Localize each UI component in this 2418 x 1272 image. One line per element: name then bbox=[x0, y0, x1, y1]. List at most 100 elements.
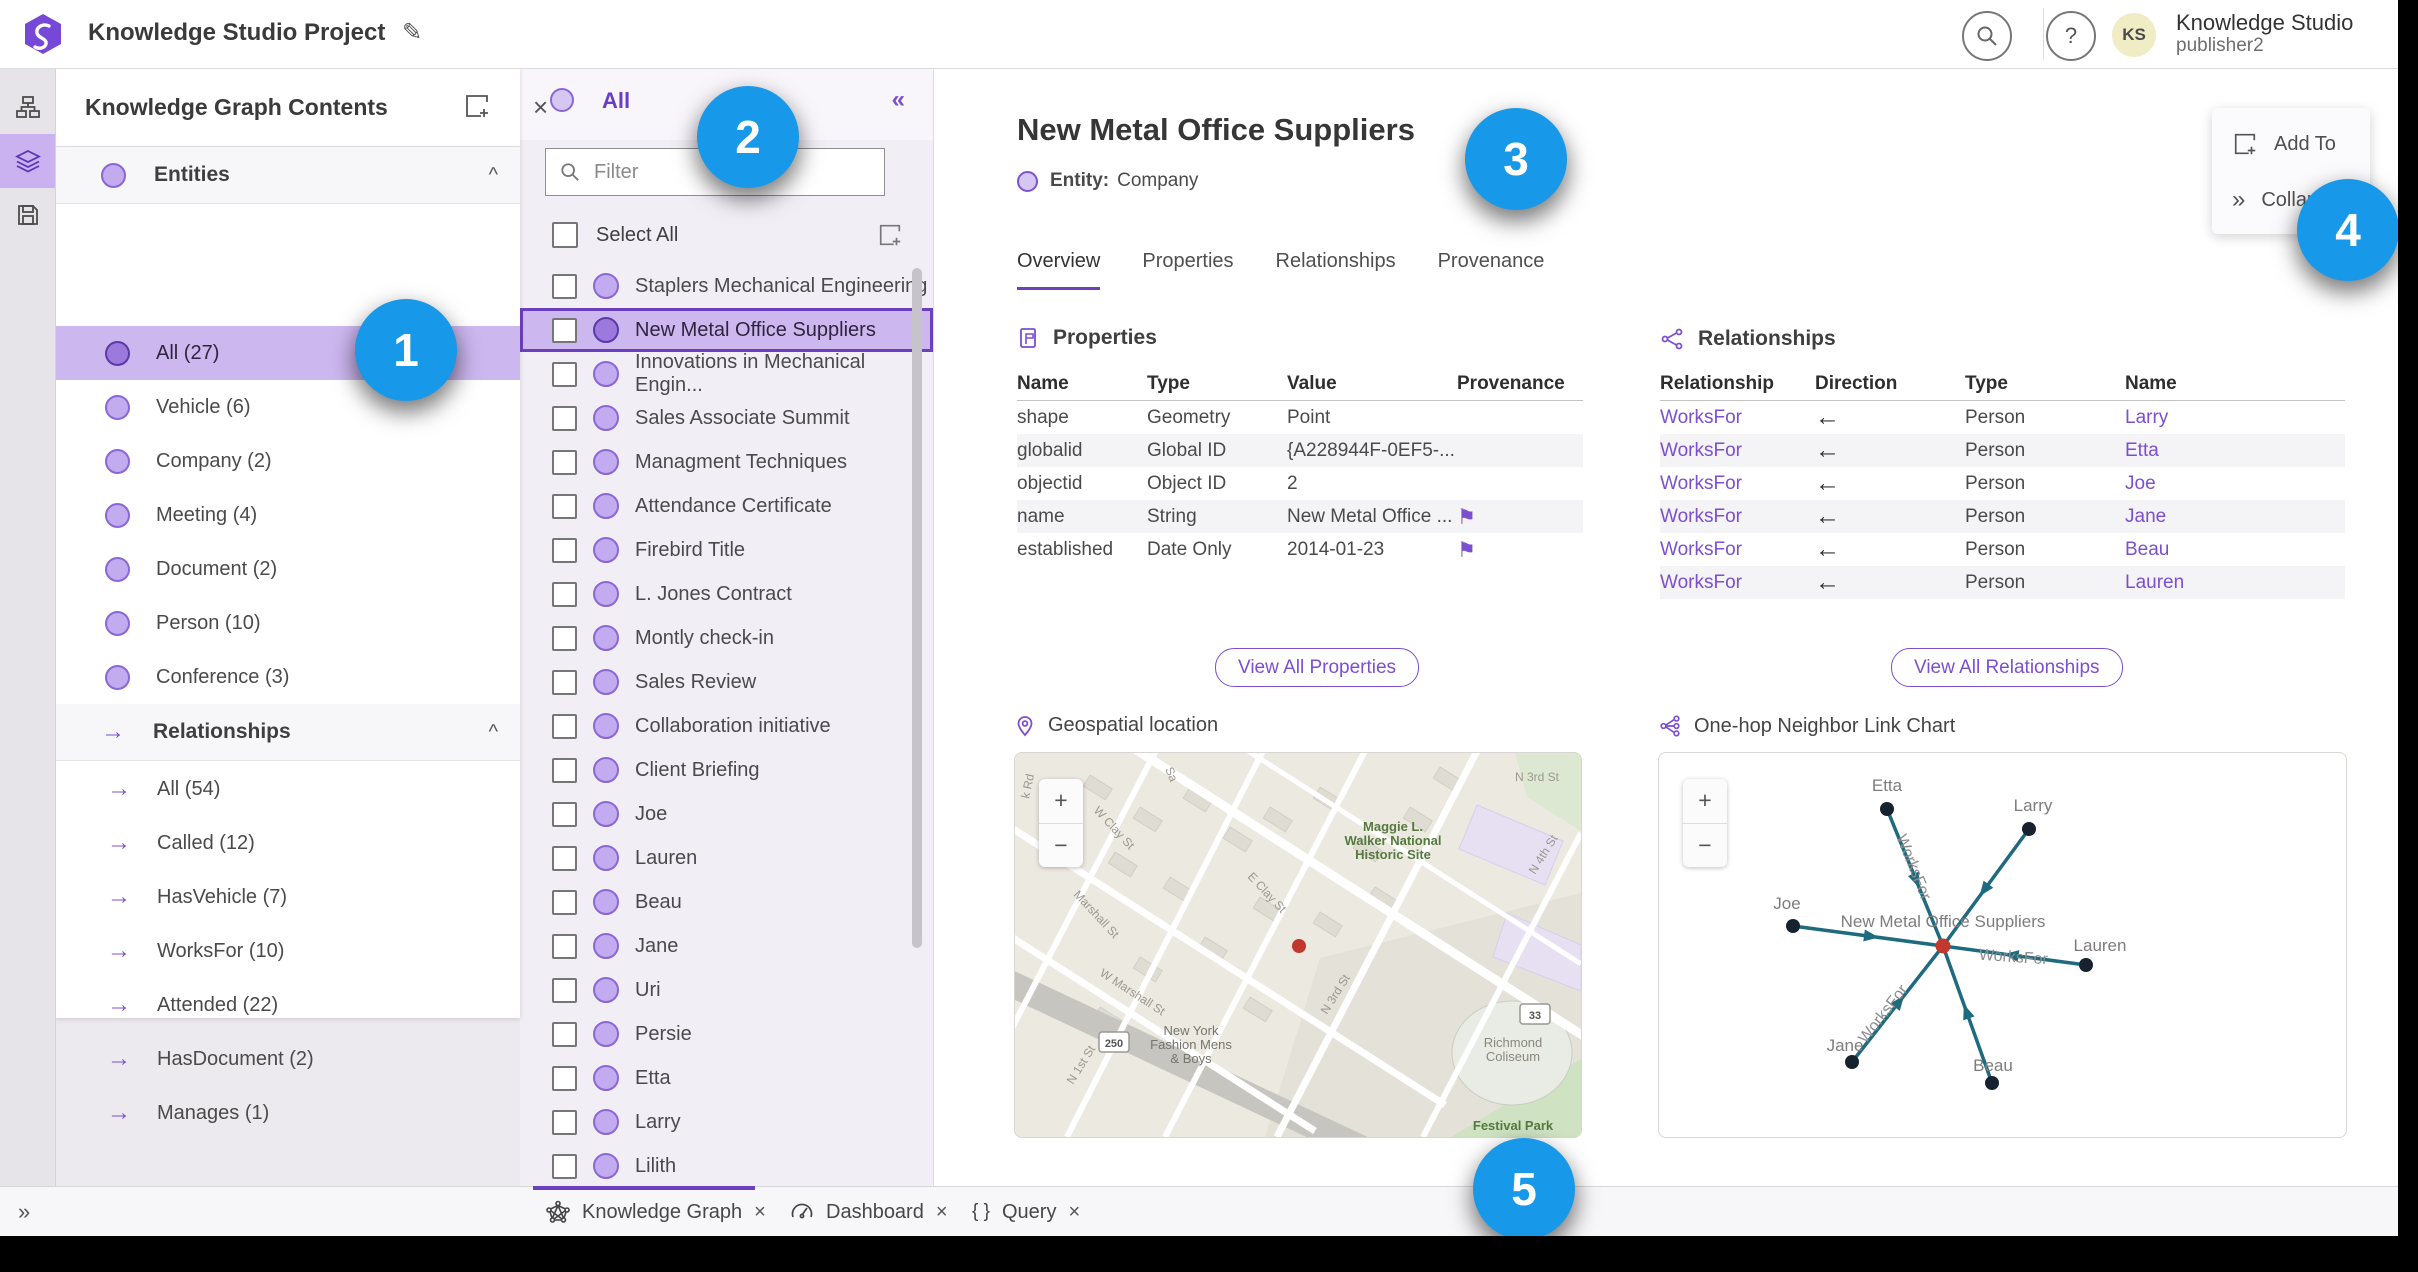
entity-name-link[interactable]: Jane bbox=[2125, 506, 2345, 528]
view-all-relationships-button[interactable]: View All Relationships bbox=[1891, 648, 2123, 687]
relationship-link[interactable]: WorksFor bbox=[1660, 539, 1815, 561]
item-checkbox[interactable] bbox=[552, 1109, 577, 1135]
item-checkbox[interactable] bbox=[552, 537, 577, 563]
entity-type-item[interactable]: Vehicle (6) bbox=[55, 380, 520, 434]
close-tab-icon[interactable]: × bbox=[936, 1201, 948, 1224]
graph-center-node[interactable] bbox=[1935, 938, 1951, 954]
geospatial-map[interactable]: + − k Rd W Clay St Sa Marshall St W Mars… bbox=[1014, 752, 1582, 1138]
relationship-row[interactable]: WorksFor ← Person Beau bbox=[1660, 533, 2345, 566]
list-item[interactable]: Innovations in Mechanical Engin... bbox=[520, 351, 933, 396]
entity-type-item[interactable]: Person (10) bbox=[55, 596, 520, 650]
list-item[interactable]: Managment Techniques bbox=[520, 440, 933, 484]
list-item[interactable]: L. Jones Contract bbox=[520, 572, 933, 616]
graph-node[interactable] bbox=[1985, 1076, 1999, 1090]
add-to-menu-item[interactable]: Add To bbox=[2212, 116, 2370, 172]
item-checkbox[interactable] bbox=[552, 405, 577, 431]
property-row[interactable]: objectid Object ID 2 bbox=[1017, 467, 1583, 500]
tab-knowledge-graph[interactable]: Knowledge Graph × bbox=[546, 1187, 766, 1237]
view-all-properties-button[interactable]: View All Properties bbox=[1215, 648, 1420, 687]
collapse-panel-icon[interactable]: « bbox=[892, 86, 905, 114]
entity-name-link[interactable]: Etta bbox=[2125, 440, 2345, 462]
list-item[interactable]: Sales Review bbox=[520, 660, 933, 704]
entity-type-item[interactable]: Company (2) bbox=[55, 434, 520, 488]
help-button[interactable]: ? bbox=[2046, 11, 2096, 61]
detail-tab-overview[interactable]: Overview bbox=[1017, 250, 1101, 290]
detail-tab-relationships[interactable]: Relationships bbox=[1276, 250, 1396, 290]
relationship-link[interactable]: WorksFor bbox=[1660, 506, 1815, 528]
item-checkbox[interactable] bbox=[552, 669, 577, 695]
close-tab-icon[interactable]: × bbox=[1068, 1201, 1080, 1224]
select-all-row[interactable]: Select All bbox=[520, 212, 933, 258]
list-item[interactable]: Lauren bbox=[520, 836, 933, 880]
entity-type-item[interactable]: Conference (3) bbox=[55, 650, 520, 704]
chevron-up-icon[interactable]: ^ bbox=[489, 721, 498, 744]
list-item[interactable]: Attendance Certificate bbox=[520, 484, 933, 528]
relationship-type-item[interactable]: → All (54) bbox=[55, 762, 520, 816]
entity-name-link[interactable]: Joe bbox=[2125, 473, 2345, 495]
list-item[interactable]: Collaboration initiative bbox=[520, 704, 933, 748]
link-chart-panel[interactable]: + − WorksFor WorksFor WorksFor Etta Larry Jo… bbox=[1658, 752, 2347, 1138]
relationship-row[interactable]: WorksFor ← Person Lauren bbox=[1660, 566, 2345, 599]
item-checkbox[interactable] bbox=[552, 801, 577, 827]
relationship-type-item[interactable]: → Manages (1) bbox=[55, 1086, 520, 1140]
item-checkbox[interactable] bbox=[552, 1065, 577, 1091]
item-checkbox[interactable] bbox=[552, 1021, 577, 1047]
property-row[interactable]: globalid Global ID {A228944F-0EF5-... bbox=[1017, 434, 1583, 467]
property-row[interactable]: established Date Only 2014-01-23 ⚑ bbox=[1017, 533, 1583, 566]
map-zoom-control[interactable]: + − bbox=[1039, 779, 1083, 867]
list-item[interactable]: Lilith bbox=[520, 1144, 933, 1188]
item-checkbox[interactable] bbox=[552, 713, 577, 739]
entity-type-item[interactable]: Meeting (4) bbox=[55, 488, 520, 542]
list-item[interactable]: Uri bbox=[520, 968, 933, 1012]
list-item[interactable]: Larry bbox=[520, 1100, 933, 1144]
entity-name-link[interactable]: Lauren bbox=[2125, 572, 2345, 594]
item-checkbox[interactable] bbox=[552, 889, 577, 915]
graph-node[interactable] bbox=[1880, 802, 1894, 816]
tab-dashboard[interactable]: Dashboard × bbox=[790, 1187, 948, 1237]
chevron-up-icon[interactable]: ^ bbox=[489, 164, 498, 187]
list-item[interactable]: Jane bbox=[520, 924, 933, 968]
property-row[interactable]: shape Geometry Point bbox=[1017, 401, 1583, 434]
zoom-in-button[interactable]: + bbox=[1683, 779, 1727, 824]
relationships-group-header[interactable]: → Relationships ^ bbox=[55, 704, 520, 761]
chart-zoom-control[interactable]: + − bbox=[1683, 779, 1727, 867]
item-checkbox[interactable] bbox=[552, 361, 577, 387]
relationship-link[interactable]: WorksFor bbox=[1660, 440, 1815, 462]
relationship-row[interactable]: WorksFor ← Person Larry bbox=[1660, 401, 2345, 434]
graph-node[interactable] bbox=[2079, 958, 2093, 972]
layers-icon[interactable] bbox=[0, 134, 55, 188]
item-checkbox[interactable] bbox=[552, 581, 577, 607]
graph-node[interactable] bbox=[1845, 1055, 1859, 1069]
list-item[interactable]: Joe bbox=[520, 792, 933, 836]
detail-tab-provenance[interactable]: Provenance bbox=[1438, 250, 1545, 290]
item-checkbox[interactable] bbox=[552, 317, 577, 343]
relationship-link[interactable]: WorksFor bbox=[1660, 407, 1815, 429]
select-all-checkbox[interactable] bbox=[552, 222, 578, 248]
add-selection-icon[interactable] bbox=[877, 222, 903, 253]
list-item[interactable]: Beau bbox=[520, 880, 933, 924]
item-checkbox[interactable] bbox=[552, 449, 577, 475]
graph-node[interactable] bbox=[1786, 919, 1800, 933]
tab-query[interactable]: { } Query × bbox=[972, 1187, 1080, 1237]
property-row[interactable]: name String New Metal Office ... ⚑ bbox=[1017, 500, 1583, 533]
item-checkbox[interactable] bbox=[552, 757, 577, 783]
relationship-row[interactable]: WorksFor ← Person Joe bbox=[1660, 467, 2345, 500]
close-panel-icon[interactable]: × bbox=[533, 92, 548, 123]
expand-rail-icon[interactable]: » bbox=[18, 1199, 30, 1225]
list-item[interactable]: Firebird Title bbox=[520, 528, 933, 572]
list-item[interactable]: New Metal Office Suppliers bbox=[520, 308, 933, 352]
list-item[interactable]: Staplers Mechanical Engineering bbox=[520, 264, 933, 308]
list-item[interactable]: Montly check-in bbox=[520, 616, 933, 660]
relationship-row[interactable]: WorksFor ← Person Etta bbox=[1660, 434, 2345, 467]
add-to-new-panel-icon[interactable] bbox=[463, 92, 491, 125]
zoom-out-button[interactable]: − bbox=[1039, 824, 1083, 868]
relationship-type-item[interactable]: → HasVehicle (7) bbox=[55, 870, 520, 924]
hierarchy-icon[interactable] bbox=[0, 80, 55, 134]
list-item[interactable]: Client Briefing bbox=[520, 748, 933, 792]
detail-tab-properties[interactable]: Properties bbox=[1142, 250, 1233, 290]
search-button[interactable] bbox=[1962, 11, 2012, 61]
relationship-type-item[interactable]: → Attended (22) bbox=[55, 978, 520, 1032]
edit-title-icon[interactable]: ✎ bbox=[402, 18, 422, 47]
provenance-flag-icon[interactable]: ⚑ bbox=[1457, 538, 1583, 562]
entity-name-link[interactable]: Larry bbox=[2125, 407, 2345, 429]
